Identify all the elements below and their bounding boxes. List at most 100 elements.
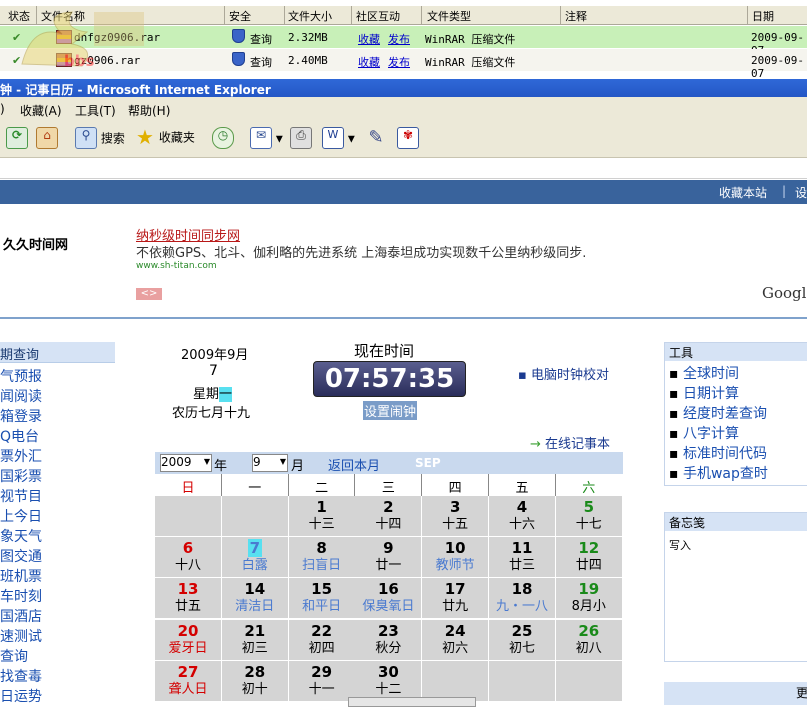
refresh-button[interactable]: ⟳: [6, 127, 28, 151]
ad-nav-arrows[interactable]: <>: [136, 288, 162, 300]
publish-link[interactable]: 发布: [388, 31, 410, 47]
mail-button[interactable]: ✉ ▼: [250, 127, 283, 151]
col-community[interactable]: 社区互动: [356, 8, 400, 24]
calendar-day-cell[interactable]: 7 白露: [221, 537, 289, 579]
left-nav-item[interactable]: Q电台: [0, 426, 39, 446]
calendar-day-cell[interactable]: 25 初七: [489, 619, 556, 661]
calendar-day-cell[interactable]: 16 保臭氧日: [355, 578, 423, 620]
security-query-link[interactable]: 查询: [250, 54, 272, 70]
left-nav-item[interactable]: 视节目: [0, 486, 42, 506]
plugin-button[interactable]: ✾: [397, 127, 419, 151]
calendar-day-cell[interactable]: 17 廿九: [422, 578, 490, 620]
calendar-day-cell[interactable]: 8 扫盲日: [288, 537, 356, 579]
day-number: 10: [444, 539, 466, 558]
set-alarm-button[interactable]: 设置闹钟: [363, 401, 418, 420]
security-query-link[interactable]: 查询: [250, 31, 272, 47]
left-nav-item[interactable]: 速测试: [0, 626, 42, 646]
left-nav-item[interactable]: 票外汇: [0, 446, 42, 466]
calendar-day-cell[interactable]: 5 十七: [555, 496, 623, 537]
calendar-day-cell[interactable]: 29 十一: [288, 660, 356, 702]
ad-url[interactable]: www.sh-titan.com: [136, 261, 217, 271]
calendar-day-cell[interactable]: 21 初三: [221, 619, 289, 661]
calendar-day-cell[interactable]: 30 十二: [355, 660, 423, 702]
printer-icon: ⎙: [290, 127, 312, 149]
calendar-day-cell[interactable]: 22 初四: [288, 619, 356, 661]
calendar-day-cell[interactable]: 19 8月小: [555, 578, 623, 620]
left-nav-item[interactable]: 闻阅读: [0, 386, 42, 406]
messenger-button[interactable]: ✎: [366, 127, 386, 151]
left-nav-item[interactable]: 班机票: [0, 566, 42, 586]
calendar-day-cell[interactable]: 11 廿三: [489, 537, 556, 579]
publish-link[interactable]: 发布: [388, 54, 410, 70]
col-size[interactable]: 文件大小: [288, 8, 332, 24]
calendar-day-cell[interactable]: 26 初八: [555, 619, 623, 661]
calendar-day-cell[interactable]: 27 聋人日: [155, 660, 222, 702]
back-to-this-month-link[interactable]: 返回本月: [328, 455, 380, 474]
left-nav-item[interactable]: 国彩票: [0, 466, 42, 486]
left-nav-item[interactable]: 找查毒: [0, 666, 42, 686]
collect-link[interactable]: 收藏: [358, 54, 380, 70]
favorites-button[interactable]: ★ 收藏夹: [135, 127, 195, 151]
left-nav-item[interactable]: 国酒店: [0, 606, 42, 626]
calendar-day-cell[interactable]: 20 爱牙日: [155, 619, 222, 661]
site-name[interactable]: 久久时间网: [3, 234, 68, 253]
collect-link[interactable]: 收藏: [358, 31, 380, 47]
history-button[interactable]: ◷: [212, 127, 234, 151]
left-nav-item[interactable]: 气预报: [0, 366, 42, 386]
search-button[interactable]: ⚲ 搜索: [75, 127, 125, 151]
year-select[interactable]: 2009 ▼: [160, 454, 212, 472]
tool-link[interactable]: ▪ 手机wap查时: [669, 463, 768, 483]
calendar-day-cell[interactable]: 6 十八: [155, 537, 222, 579]
tool-link[interactable]: ▪ 全球时间: [669, 363, 739, 383]
bookmark-site-link[interactable]: 收藏本站: [719, 184, 767, 201]
calendar-day-cell[interactable]: 1 十三: [288, 496, 356, 537]
day-number: 27: [177, 662, 199, 681]
online-notebook-link[interactable]: → 在线记事本: [530, 433, 610, 452]
tool-link[interactable]: ▪ 日期计算: [669, 383, 739, 403]
col-note[interactable]: 注释: [565, 8, 587, 24]
left-nav-item[interactable]: 查询: [0, 646, 28, 666]
day-number: 19: [578, 580, 600, 599]
window-title-bar[interactable]: 钟 - 记事日历 - Microsoft Internet Explorer: [0, 79, 807, 97]
calendar-day-cell[interactable]: 18 九・一八: [489, 578, 556, 620]
calendar-day-cell[interactable]: 23 秋分: [355, 619, 423, 661]
left-nav-item[interactable]: 日运势: [0, 686, 42, 706]
tool-link[interactable]: ▪ 标准时间代码: [669, 443, 767, 463]
settings-link[interactable]: 设: [795, 184, 807, 201]
left-nav-item[interactable]: 箱登录: [0, 406, 42, 426]
tool-link[interactable]: ▪ 经度时差查询: [669, 403, 767, 423]
calendar-day-cell[interactable]: 24 初六: [422, 619, 490, 661]
star-icon: ★: [136, 125, 154, 149]
print-button[interactable]: ⎙: [290, 127, 312, 151]
address-bar[interactable]: [0, 158, 807, 179]
col-type[interactable]: 文件类型: [427, 8, 471, 24]
left-nav-item[interactable]: 象天气: [0, 526, 42, 546]
left-nav-item[interactable]: 车时刻: [0, 586, 42, 606]
pc-clock-sync-link[interactable]: ▪ 电脑时钟校对: [518, 364, 609, 383]
menu-favorites[interactable]: 收藏(A): [20, 102, 62, 119]
edit-button[interactable]: W ▼: [322, 127, 355, 151]
calendar-day-cell[interactable]: 4 十六: [489, 496, 556, 537]
col-security[interactable]: 安全: [229, 8, 251, 24]
col-date[interactable]: 日期: [752, 8, 774, 24]
chevron-down-icon[interactable]: ▼: [276, 135, 283, 145]
left-nav-item[interactable]: 上今日: [0, 506, 42, 526]
calendar-day-cell[interactable]: 12 廿四: [555, 537, 623, 579]
calendar-day-cell[interactable]: 28 初十: [221, 660, 289, 702]
calendar-day-cell[interactable]: 13 廿五: [155, 578, 222, 620]
calendar-day-cell[interactable]: 2 十四: [355, 496, 423, 537]
home-button[interactable]: ⌂: [36, 127, 58, 151]
calendar-day-cell[interactable]: 14 清洁日: [221, 578, 289, 620]
tool-link[interactable]: ▪ 八字计算: [669, 423, 739, 443]
memo-text[interactable]: 写入: [669, 537, 691, 553]
menu-help[interactable]: 帮助(H): [128, 102, 170, 119]
left-nav-item[interactable]: 图交通: [0, 546, 42, 566]
calendar-day-cell[interactable]: 15 和平日: [288, 578, 356, 620]
chevron-down-icon[interactable]: ▼: [348, 135, 355, 145]
menu-tools[interactable]: 工具(T): [75, 102, 116, 119]
calendar-day-cell[interactable]: 10 教师节: [422, 537, 490, 579]
calendar-day-cell[interactable]: 3 十五: [422, 496, 490, 537]
calendar-day-cell[interactable]: 9 廿一: [355, 537, 423, 579]
month-select[interactable]: 9 ▼: [252, 454, 288, 472]
more-link[interactable]: 更: [796, 684, 807, 701]
